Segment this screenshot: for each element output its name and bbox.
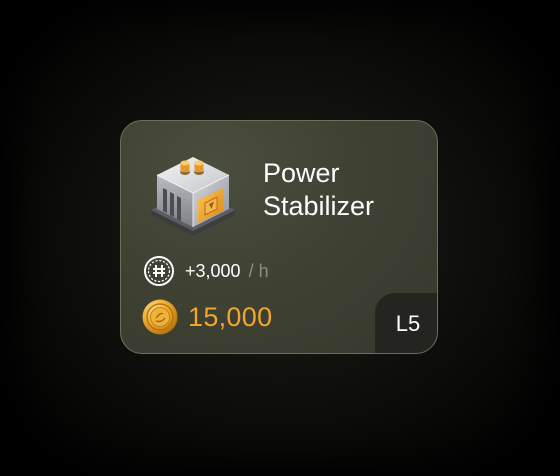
screen: Power Stabilizer +3,000 / h 15,000 L5: [0, 0, 560, 476]
rate-unit: / h: [248, 260, 269, 281]
level-badge: L5: [375, 293, 437, 353]
upgrade-card[interactable]: Power Stabilizer +3,000 / h 15,000 L5: [120, 120, 438, 354]
rate-row: +3,000 / h: [143, 255, 269, 287]
price-value: 15,000: [188, 301, 273, 332]
hashrate-icon: [144, 256, 174, 286]
item-title: Power Stabilizer: [263, 158, 375, 221]
coin-icon: [142, 299, 178, 335]
rate-value: +3,000: [185, 260, 241, 281]
power-stabilizer-icon: [151, 157, 235, 236]
price-row: 15,000: [141, 297, 272, 337]
